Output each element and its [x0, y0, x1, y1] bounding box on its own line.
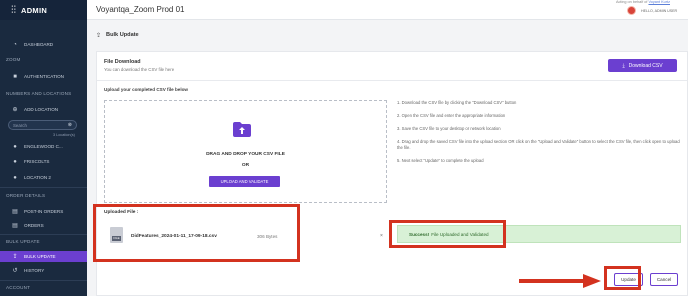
file-download-subtitle: You can download the CSV file here [104, 67, 175, 72]
sidebar-item-label: ENGLEWOOD C... [24, 144, 63, 149]
dropzone-title: DRAG AND DROP YOUR CSV FILE [206, 152, 285, 157]
annotation-box-update [604, 266, 641, 290]
upload-title: Upload your completed CSV file below [104, 87, 188, 92]
sidebar-item-label: BULK UPDATE [24, 254, 56, 259]
sidebar-item-bulk-update[interactable]: ⇪ BULK UPDATE [0, 251, 87, 262]
video-icon: ■ [13, 73, 17, 80]
sidebar-item-label: DASHBOARD [24, 42, 54, 47]
history-icon: ↺ [12, 268, 18, 274]
sidebar-item-authentication[interactable]: ■ AUTHENTICATION [0, 71, 87, 82]
sidebar-item-history[interactable]: ↺ HISTORY [0, 265, 87, 276]
acting-user-link[interactable]: Voyant Kurtz [648, 0, 670, 4]
file-download-title: File Download [104, 59, 141, 65]
sidebar-section-account: ACCOUNT [6, 285, 31, 290]
orders-icon: ▤ [12, 223, 18, 229]
location-pin-icon: ● [13, 158, 17, 165]
instruction-step: 4. Drag and drop the saved CSV file into… [397, 139, 680, 150]
annotation-box-success [389, 220, 506, 248]
download-csv-label: Download CSV [628, 62, 663, 69]
download-icon: ⤓ [622, 62, 625, 69]
cancel-button[interactable]: Cancel [650, 273, 678, 286]
upload-icon: ⇪ [96, 32, 102, 39]
hello-user[interactable]: HELLO, ADMIN USER [641, 9, 677, 13]
sidebar-item-location-englewood[interactable]: ● ENGLEWOOD C... [0, 141, 87, 152]
instruction-step: 5. Next select "Update" to complete the … [397, 158, 484, 163]
acting-on-behalf: Acting on behalf of Voyant Kurtz [616, 0, 670, 4]
search-placeholder: Search [13, 122, 27, 128]
download-csv-button[interactable]: ⤓ Download CSV [608, 59, 677, 72]
acting-prefix: Acting on behalf of [615, 0, 648, 4]
avatar[interactable] [627, 6, 636, 15]
folder-upload-icon [233, 122, 251, 137]
environment-title: Voyantqa_Zoom Prod 01 [96, 5, 185, 14]
sidebar-section-bulk-update: BULK UPDATE [6, 239, 40, 244]
instruction-step: 2. Open the CSV file and enter the appro… [397, 113, 506, 118]
dashboard-icon: ◔ [13, 41, 17, 48]
card-divider [97, 80, 687, 81]
sidebar-item-post-in-orders[interactable]: ▤ POST-IN ORDERS [0, 206, 87, 217]
sidebar-section-numbers-locations: NUMBERS AND LOCATIONS [6, 91, 72, 96]
sidebar-item-label: HISTORY [24, 268, 45, 273]
sidebar-item-location-2[interactable]: ● LOCATION 2 [0, 172, 87, 183]
sidebar-item-label: ORDERS [24, 223, 44, 228]
orders-list-icon: ▤ [12, 209, 18, 215]
location-pin-icon: ● [13, 174, 17, 181]
sidebar-section-order-details: ORDER DETAILS [6, 193, 46, 198]
upload-and-validate-button[interactable]: UPLOAD AND VALIDATE [209, 176, 280, 187]
sidebar-divider [0, 280, 87, 281]
sidebar-divider [0, 187, 87, 188]
remove-file-icon[interactable]: × [380, 233, 383, 239]
clear-search-icon[interactable]: ⊗ [68, 122, 72, 128]
location-search-input[interactable]: Search ⊗ [8, 120, 77, 130]
location-pin-icon: ● [13, 143, 17, 150]
page-header: ⇪ Bulk Update [87, 27, 688, 43]
sidebar-item-add-location[interactable]: ⊕ ADD LOCATION [0, 104, 87, 115]
upload-icon: ⇪ [12, 254, 18, 260]
instructions-list: 1. Download the CSV file by clicking the… [397, 100, 681, 171]
sidebar-item-location-friscolts[interactable]: ● FRISCOLTS [0, 156, 87, 167]
add-location-icon: ⊕ [12, 107, 18, 113]
admin-logo-icon: ⫶⫶ [11, 4, 16, 16]
annotation-arrow-icon [519, 274, 601, 288]
sidebar-item-label: AUTHENTICATION [24, 74, 64, 79]
page-title: Bulk Update [106, 32, 139, 38]
app-title: ADMIN [21, 5, 48, 15]
annotation-box-uploaded-file [93, 204, 300, 262]
instruction-step: 1. Download the CSV file by clicking the… [397, 100, 517, 105]
sidebar-item-orders[interactable]: ▤ ORDERS [0, 220, 87, 231]
sidebar-item-label: FRISCOLTS [24, 159, 50, 164]
sidebar-item-label: POST-IN ORDERS [24, 209, 64, 214]
top-bar: Voyantqa_Zoom Prod 01 Acting on behalf o… [87, 0, 688, 20]
sidebar-header: ⫶⫶ ADMIN [0, 0, 87, 20]
sidebar-item-dashboard[interactable]: ◔ DASHBOARD [0, 39, 87, 50]
instruction-step: 3. Save the CSV file to your desktop or … [397, 126, 501, 131]
location-count: 3 Location(s) [53, 133, 75, 137]
sidebar-item-label: LOCATION 2 [24, 175, 51, 180]
csv-dropzone[interactable]: DRAG AND DROP YOUR CSV FILE OR UPLOAD AN… [104, 100, 387, 203]
sidebar-section-zoom: ZOOM [6, 57, 21, 62]
sidebar-item-label: ADD LOCATION [24, 107, 59, 112]
sidebar-divider [0, 234, 87, 235]
dropzone-or: OR [241, 163, 250, 168]
sidebar: ⫶⫶ ADMIN ◔ DASHBOARD ZOOM ■ AUTHENTICATI… [0, 0, 87, 296]
